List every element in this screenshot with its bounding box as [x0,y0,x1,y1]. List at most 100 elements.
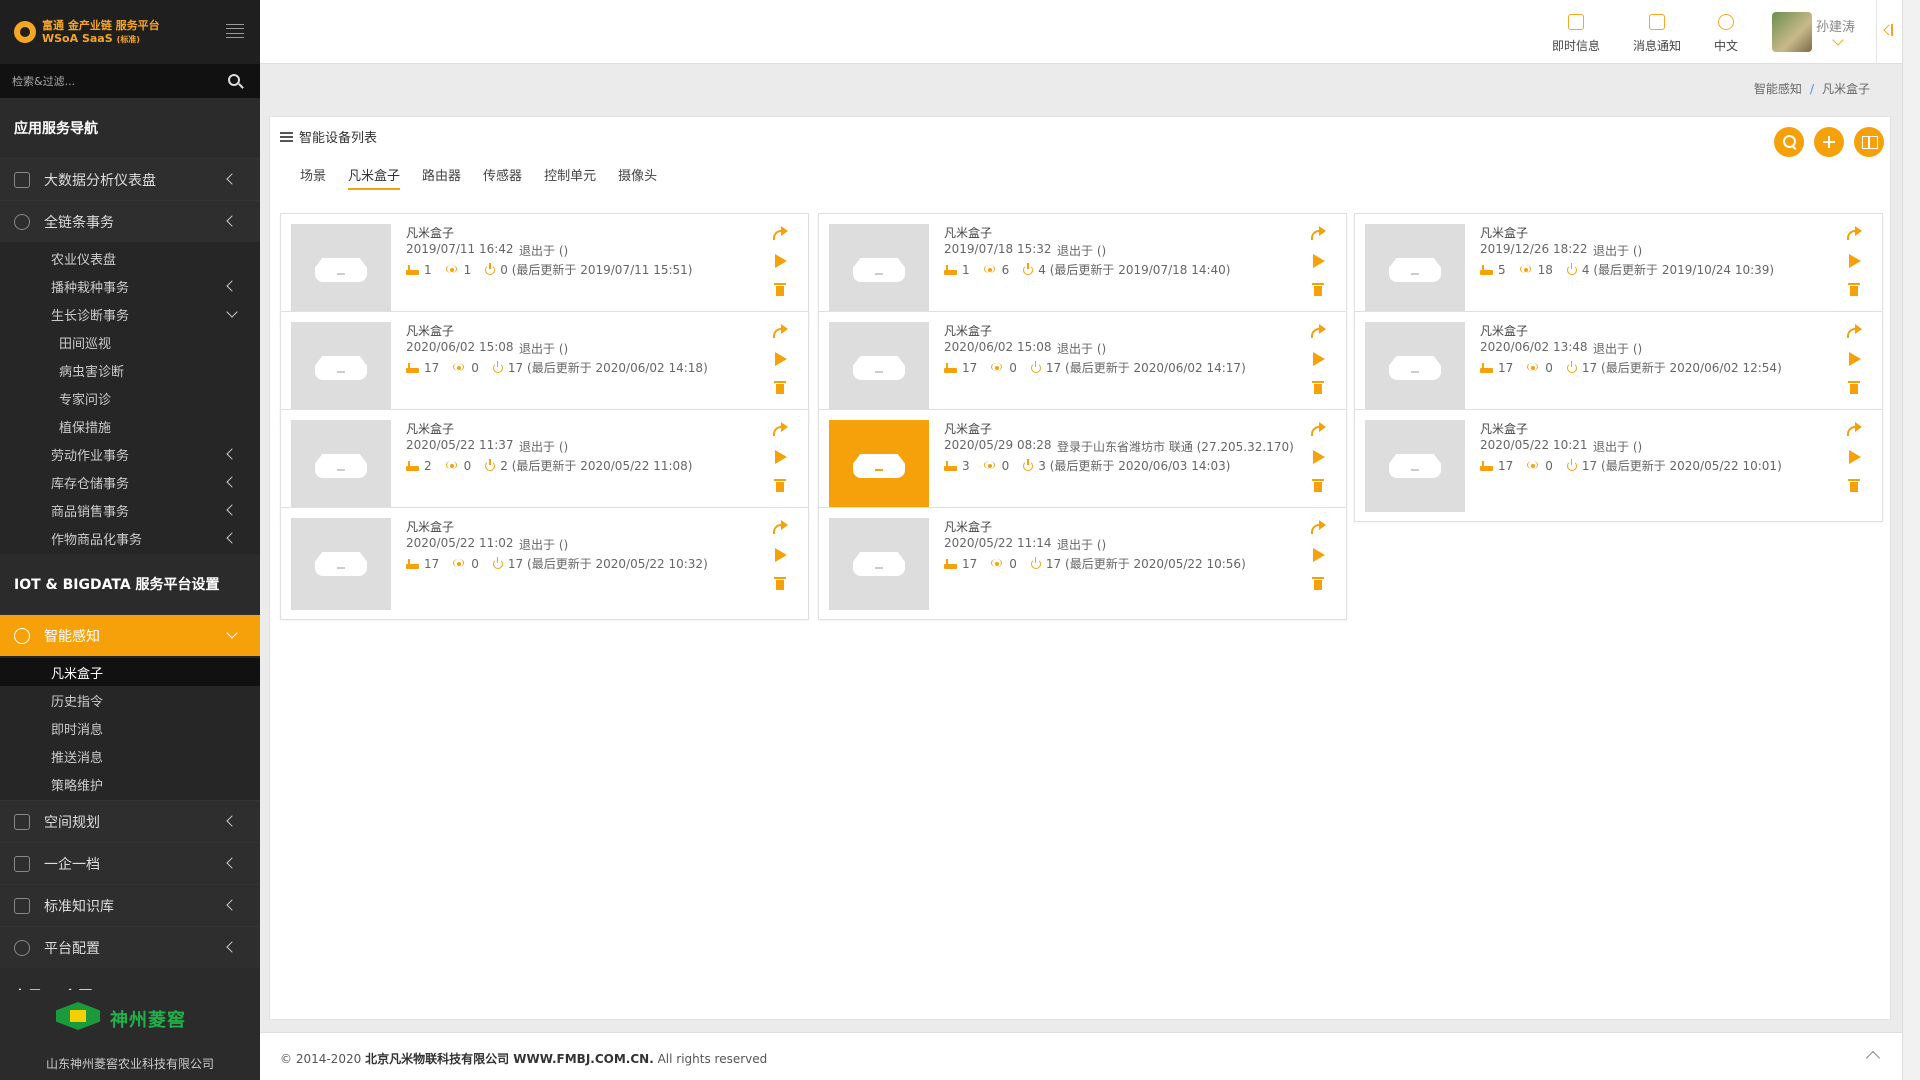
share-icon[interactable] [1310,324,1326,338]
trash-icon[interactable] [774,380,786,394]
sidebar-sub-sowing[interactable]: 播种栽种事务 [0,272,260,300]
share-icon[interactable] [1846,226,1862,240]
play-icon[interactable] [772,548,788,562]
device-time: 2020/05/22 11:02 [406,536,514,550]
tab-scene[interactable]: 场景 [300,165,326,190]
sidebar-sub-fanmi-box[interactable]: 凡米盒子 [0,658,260,686]
sidebar-sub-storage[interactable]: 库存仓储事务 [0,468,260,496]
device-thumbnail[interactable] [291,518,391,610]
instant-message-button[interactable]: 即时信息 [1552,10,1600,54]
trash-icon[interactable] [1312,576,1324,590]
play-icon[interactable] [1310,352,1326,366]
trash-icon[interactable] [1848,380,1860,394]
play-icon[interactable] [1846,254,1862,268]
share-icon[interactable] [1310,226,1326,240]
trash-icon[interactable] [1312,478,1324,492]
trash-icon[interactable] [1848,282,1860,296]
update-info: 3 (最后更新于 2020/06/03 14:03) [1038,459,1231,473]
breadcrumb-parent[interactable]: 智能感知 [1754,82,1802,96]
scrollbar[interactable] [1902,0,1920,1080]
play-icon[interactable] [772,450,788,464]
sidebar-sub-sales[interactable]: 商品销售事务 [0,496,260,524]
chevron-down-icon[interactable] [1832,34,1844,46]
sidebar-sub-policy[interactable]: 策略维护 [0,770,260,798]
share-icon[interactable] [1310,520,1326,534]
trash-icon[interactable] [1312,380,1324,394]
menu-toggle-icon[interactable] [226,24,244,38]
device-name: 凡米盒子 [406,324,455,338]
play-icon[interactable] [1310,548,1326,562]
sidebar-sub-commodity[interactable]: 作物商品化事务 [0,524,260,552]
share-icon[interactable] [772,324,788,338]
sidebar-sub-pest-diagnosis[interactable]: 病虫害诊断 [0,356,260,384]
notification-button[interactable]: 消息通知 [1633,10,1681,54]
share-icon[interactable] [1846,324,1862,338]
trash-icon[interactable] [774,576,786,590]
building-icon [14,813,30,830]
share-icon[interactable] [772,520,788,534]
device-name: 凡米盒子 [1480,422,1529,436]
sidebar-sub-agri-dashboard[interactable]: 农业仪表盘 [0,244,260,272]
sidebar-item-knowledge[interactable]: 标准知识库 [0,884,260,926]
sidebar-sub-field-patrol[interactable]: 田间巡视 [0,328,260,356]
share-icon[interactable] [1310,422,1326,436]
trash-icon[interactable] [774,478,786,492]
tab-sensor[interactable]: 传感器 [483,165,522,190]
avatar[interactable] [1772,12,1812,52]
add-device-button[interactable] [1814,127,1844,157]
search-button[interactable] [1774,127,1804,157]
device-time: 2019/07/11 16:42 [406,242,514,256]
device-stats: 1 1 0 (最后更新于 2019/07/11 15:51) [406,261,692,278]
device-thumbnail[interactable] [291,224,391,316]
sidebar-item-label: 全链条事务 [44,214,114,231]
sidebar-item-space[interactable]: 空间规划 [0,800,260,842]
trash-icon[interactable] [774,282,786,296]
sidebar-sub-history[interactable]: 历史指令 [0,686,260,714]
play-icon[interactable] [1846,450,1862,464]
device-thumbnail[interactable] [1365,322,1465,414]
sidebar-sub-expert[interactable]: 专家问诊 [0,384,260,412]
play-icon[interactable] [1846,352,1862,366]
chevron-up-icon[interactable] [1865,1050,1881,1066]
share-icon[interactable] [772,226,788,240]
tab-control-unit[interactable]: 控制单元 [544,165,596,190]
tab-fanmi-box[interactable]: 凡米盒子 [348,165,401,190]
play-icon[interactable] [1310,450,1326,464]
device-thumbnail[interactable] [291,322,391,414]
device-thumbnail[interactable] [1365,224,1465,316]
play-icon[interactable] [1310,254,1326,268]
sidebar-sub-growth[interactable]: 生长诊断事务 [0,300,260,328]
map-view-button[interactable] [1854,127,1884,157]
collapse-panel-icon[interactable] [1876,0,1902,64]
search-icon[interactable] [228,74,240,86]
sidebar-item-archive[interactable]: 一企一档 [0,842,260,884]
device-thumbnail[interactable] [829,224,929,316]
device-thumbnail[interactable] [829,420,929,512]
play-icon[interactable] [772,254,788,268]
device-card: 凡米盒子 2019/07/11 16:42 退出于 () 1 1 0 (最后更新于 201… [280,213,809,326]
share-icon[interactable] [1846,422,1862,436]
device-thumbnail[interactable] [829,322,929,414]
sensor-count: 0 [1545,458,1553,473]
user-name[interactable]: 孙建涛 [1816,16,1855,35]
sidebar-search-input[interactable] [12,74,212,88]
sidebar-item-platform[interactable]: 平台配置 [0,926,260,968]
device-thumbnail[interactable] [829,518,929,610]
sidebar-item-bigdata[interactable]: 大数据分析仪表盘 [0,158,260,200]
sidebar-item-chain[interactable]: 全链条事务 [0,200,260,242]
trash-icon[interactable] [1312,282,1324,296]
sidebar-sub-plant-protect[interactable]: 植保措施 [0,412,260,440]
trash-icon[interactable] [1848,478,1860,492]
play-icon[interactable] [772,352,788,366]
sidebar-sub-instant[interactable]: 即时消息 [0,714,260,742]
tab-router[interactable]: 路由器 [422,165,461,190]
share-icon[interactable] [772,422,788,436]
sidebar-sub-push[interactable]: 推送消息 [0,742,260,770]
sidebar-item-smart[interactable]: 智能感知 [0,614,260,656]
device-thumbnail[interactable] [291,420,391,512]
sidebar-sub-labor[interactable]: 劳动作业事务 [0,440,260,468]
chevron-left-icon [226,280,238,292]
device-thumbnail[interactable] [1365,420,1465,512]
language-button[interactable]: 中文 [1714,10,1738,54]
tab-camera[interactable]: 摄像头 [618,165,657,190]
